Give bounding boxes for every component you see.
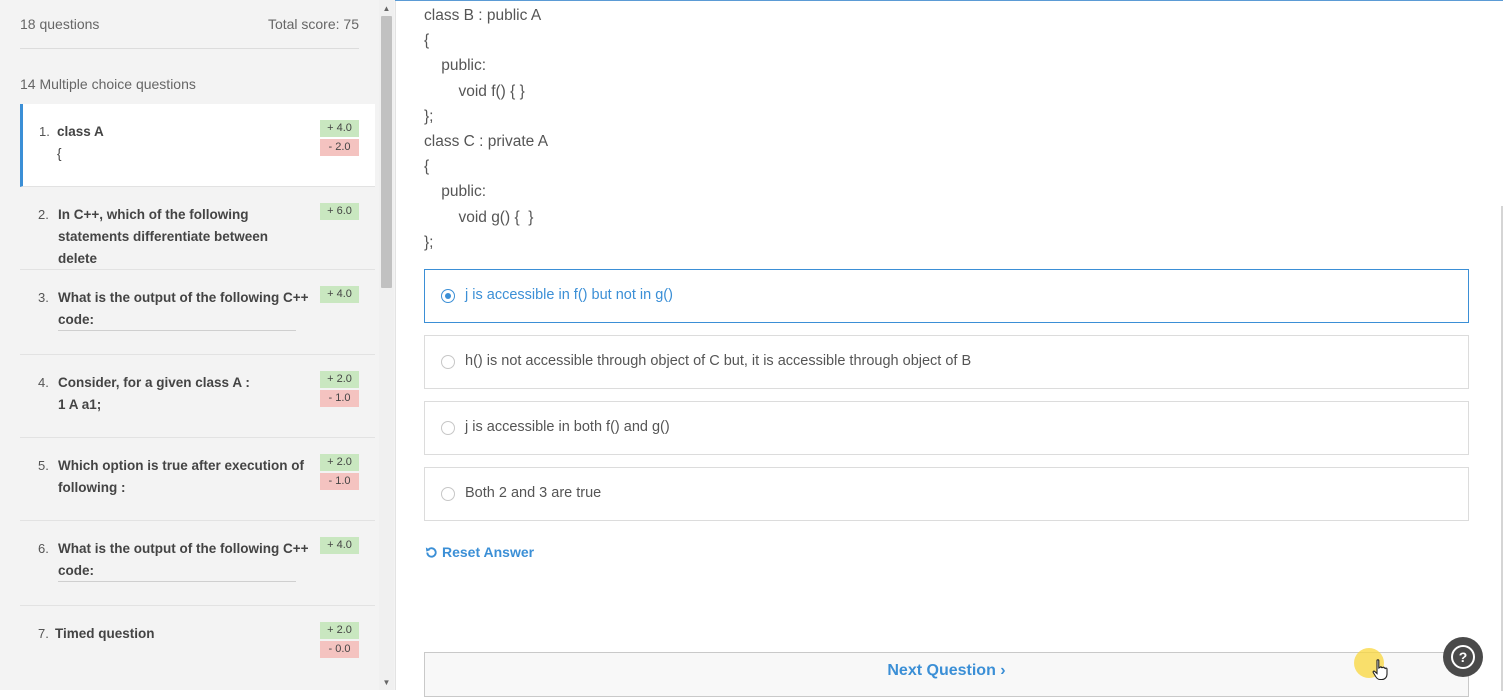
score-box: + 2.0 - 1.0	[320, 454, 359, 492]
score-box: + 6.0	[320, 203, 359, 222]
question-text: Which option is true after execution of …	[58, 458, 305, 495]
positive-score: + 4.0	[320, 537, 359, 554]
question-item-4[interactable]: 4. Consider, for a given class A : 1 A a…	[20, 355, 375, 438]
total-score: Total score: 75	[267, 16, 359, 32]
option-label: j is accessible in f() but not in g()	[465, 287, 673, 303]
code-line: };	[424, 107, 434, 125]
code-line: class C : private A	[424, 132, 549, 150]
divider	[58, 330, 296, 331]
radio-button[interactable]	[441, 421, 455, 435]
sidebar-header: 18 questions Total score: 75	[20, 0, 359, 49]
question-text: Consider, for a given class A : 1 A a1;	[58, 372, 313, 416]
negative-score: - 1.0	[320, 473, 359, 490]
positive-score: + 4.0	[320, 286, 359, 303]
code-line: {	[424, 32, 430, 50]
option-label: Both 2 and 3 are true	[465, 485, 602, 501]
positive-score: + 2.0	[320, 622, 359, 639]
question-item-2[interactable]: 2. In C++, which of the following statem…	[20, 187, 375, 270]
code-line: void g() { }	[424, 208, 534, 226]
question-subtext: {	[57, 146, 62, 161]
negative-score: - 1.0	[320, 390, 359, 407]
help-question-icon: ?	[1451, 645, 1475, 669]
question-text: class A {	[57, 121, 312, 165]
reset-icon	[425, 546, 437, 558]
question-number: 1.	[39, 124, 50, 139]
positive-score: + 4.0	[320, 120, 359, 137]
question-text: What is the output of the following C++ …	[58, 541, 309, 578]
question-number: 3.	[38, 290, 49, 305]
answer-option-3[interactable]: j is accessible in both f() and g()	[424, 401, 1469, 455]
negative-score: - 2.0	[320, 139, 359, 156]
question-number: 5.	[38, 458, 49, 473]
answer-option-4[interactable]: Both 2 and 3 are true	[424, 467, 1469, 521]
question-count: 18 questions	[20, 16, 100, 32]
positive-score: + 2.0	[320, 454, 359, 471]
option-label: j is accessible in both f() and g()	[465, 419, 670, 435]
reset-label: Reset Answer	[442, 544, 535, 560]
question-panel: class B : public A { public: void f() { …	[395, 0, 1503, 697]
question-number: 7.	[38, 626, 49, 641]
question-item-1[interactable]: 1. class A { + 4.0 - 2.0	[20, 104, 375, 187]
positive-score: + 2.0	[320, 371, 359, 388]
next-question-button[interactable]: Next Question ›	[424, 652, 1469, 697]
question-number: 2.	[38, 207, 49, 222]
radio-button[interactable]	[441, 487, 455, 501]
positive-score: + 6.0	[320, 203, 359, 220]
option-label: h() is not accessible through object of …	[465, 353, 972, 369]
score-box: + 2.0 - 1.0	[320, 371, 359, 409]
question-subtext: 1 A a1;	[58, 397, 102, 412]
score-box: + 4.0	[320, 286, 359, 305]
section-title: 14 Multiple choice questions	[20, 76, 196, 92]
answer-option-2[interactable]: h() is not accessible through object of …	[424, 335, 1469, 389]
question-number: 4.	[38, 375, 49, 390]
code-line: void f() { }	[424, 82, 525, 100]
code-snippet: class B : public A { public: void f() { …	[424, 3, 548, 255]
negative-score: - 0.0	[320, 641, 359, 658]
question-item-5[interactable]: 5. Which option is true after execution …	[20, 438, 375, 521]
question-item-3[interactable]: 3. What is the output of the following C…	[20, 270, 375, 355]
scroll-down-arrow-icon[interactable]: ▼	[379, 676, 394, 690]
help-button[interactable]: ?	[1443, 637, 1483, 677]
radio-button-selected[interactable]	[441, 289, 455, 303]
question-number: 6.	[38, 541, 49, 556]
divider	[58, 581, 296, 582]
radio-button[interactable]	[441, 355, 455, 369]
question-text: Timed question	[55, 626, 155, 641]
code-line: {	[424, 158, 430, 176]
code-line: public:	[424, 57, 487, 75]
question-list: 1. class A { + 4.0 - 2.0 2. In C++, whic…	[20, 104, 375, 689]
hand-cursor-icon	[1372, 659, 1388, 681]
answer-option-1[interactable]: j is accessible in f() but not in g()	[424, 269, 1469, 323]
code-line: public:	[424, 183, 487, 201]
question-item-6[interactable]: 6. What is the output of the following C…	[20, 521, 375, 606]
question-item-7[interactable]: 7. Timed question + 2.0 - 0.0	[20, 606, 375, 689]
reset-answer-button[interactable]: Reset Answer	[424, 544, 534, 560]
sidebar-scrollbar[interactable]: ▲ ▼	[379, 0, 394, 690]
question-text: In C++, which of the following statement…	[58, 207, 269, 266]
scroll-up-arrow-icon[interactable]: ▲	[379, 2, 394, 16]
question-text: What is the output of the following C++ …	[58, 290, 309, 327]
score-box: + 4.0	[320, 537, 359, 556]
question-title: Consider, for a given class A :	[58, 375, 250, 390]
code-line: };	[424, 233, 434, 251]
score-box: + 2.0 - 0.0	[320, 622, 359, 660]
question-title: class A	[57, 124, 104, 139]
code-line: class B : public A	[424, 7, 542, 24]
scroll-thumb[interactable]	[381, 16, 392, 288]
score-box: + 4.0 - 2.0	[320, 120, 359, 158]
question-sidebar: 18 questions Total score: 75 14 Multiple…	[0, 0, 396, 690]
